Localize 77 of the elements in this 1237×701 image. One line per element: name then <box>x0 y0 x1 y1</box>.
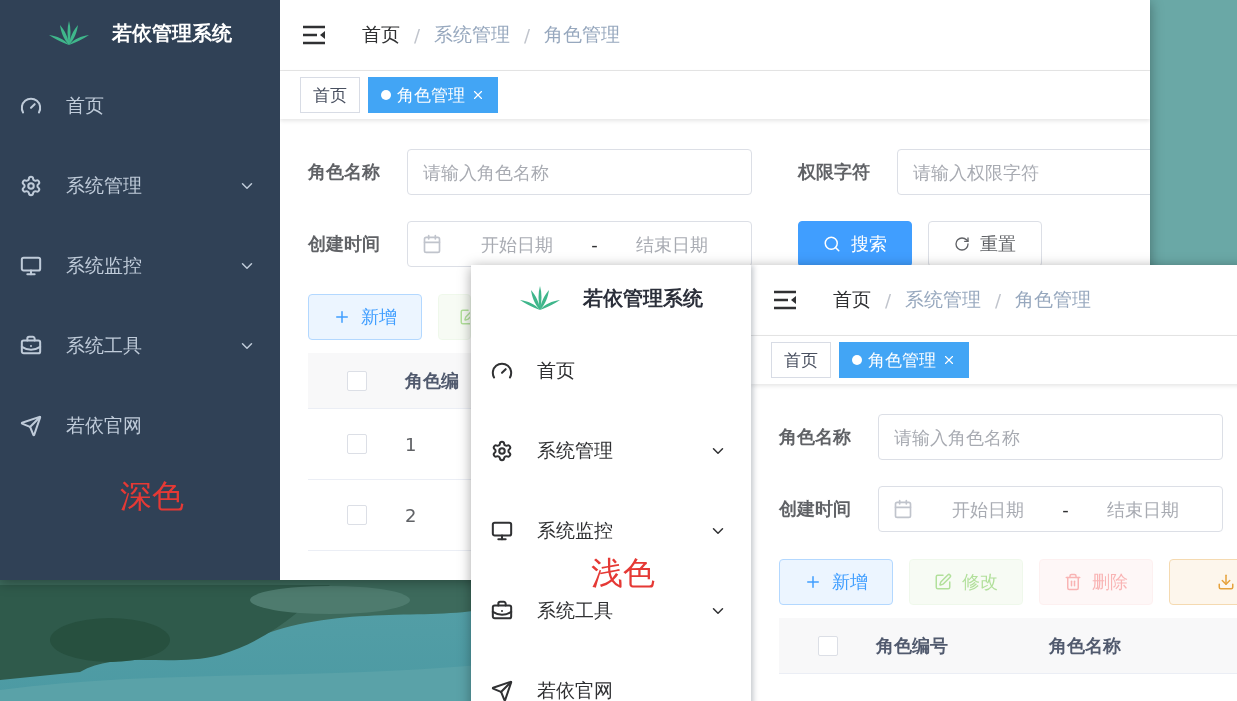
monitor-icon <box>20 255 42 277</box>
column-header: 角色编 <box>405 368 459 393</box>
calendar-icon <box>422 234 442 254</box>
range-separator: - <box>591 233 598 255</box>
menu-item[interactable]: 系统监控 <box>491 518 727 544</box>
app-title: 若依管理系统 <box>583 284 703 312</box>
text-field[interactable]: 请输入角色名称 <box>878 414 1223 460</box>
refresh-icon <box>954 236 970 252</box>
breadcrumb-item: 系统管理 <box>905 287 982 312</box>
start-date-input[interactable]: 开始日期 <box>452 233 582 255</box>
range-separator: - <box>1062 498 1069 520</box>
paper-plane-icon <box>491 680 513 701</box>
menu-item[interactable]: 系统管理 <box>20 173 256 199</box>
breadcrumb-link[interactable]: 首页 <box>362 22 400 48</box>
field-label: 创建时间 <box>308 232 381 256</box>
briefcase-icon <box>491 600 513 622</box>
annotation-text: 深色 <box>120 478 184 514</box>
active-dot-icon <box>381 90 391 100</box>
reset-button[interactable]: 重置 <box>928 221 1042 267</box>
field-label: 创建时间 <box>779 497 852 521</box>
app-title: 若依管理系统 <box>112 19 232 47</box>
end-date-input[interactable]: 结束日期 <box>607 233 737 255</box>
field-label: 角色名称 <box>779 425 852 449</box>
briefcase-icon <box>20 335 42 357</box>
menu-item[interactable]: 系统工具 <box>20 333 256 359</box>
menu-fold-icon[interactable] <box>773 290 797 310</box>
checkbox[interactable] <box>346 370 367 391</box>
checkbox[interactable] <box>817 635 838 656</box>
close-icon[interactable] <box>471 88 485 102</box>
menu-item[interactable]: 首页 <box>491 358 727 384</box>
plus-icon <box>804 573 822 591</box>
download-icon <box>1217 573 1235 591</box>
page-tab[interactable]: 首页 <box>771 342 831 378</box>
paper-plane-icon <box>20 415 42 437</box>
end-date-input[interactable]: 结束日期 <box>1078 498 1208 520</box>
menu-item[interactable]: 若依官网 <box>491 678 727 701</box>
breadcrumb-separator: / <box>995 289 1002 311</box>
breadcrumb-item: 角色管理 <box>1015 287 1092 312</box>
plus-icon <box>333 308 351 326</box>
table-cell: 2 <box>405 504 417 526</box>
checkbox[interactable] <box>346 434 367 454</box>
text-field[interactable]: 请输入权限字符 <box>897 149 1150 195</box>
breadcrumb-separator: / <box>414 24 421 46</box>
breadcrumb-link[interactable]: 首页 <box>833 287 871 313</box>
edit-icon <box>934 573 952 591</box>
leaf-logo-icon <box>519 285 561 311</box>
calendar-icon <box>893 499 913 519</box>
breadcrumb-separator: / <box>524 24 531 46</box>
menu-fold-icon[interactable] <box>302 25 326 45</box>
column-header: 角色编号 <box>876 633 948 658</box>
menu-item[interactable]: 若依官网 <box>20 413 256 439</box>
search-icon <box>823 235 841 253</box>
menu-item[interactable]: 系统监控 <box>20 253 256 279</box>
close-icon[interactable] <box>942 353 956 367</box>
gear-icon <box>20 175 42 197</box>
field-label: 角色名称 <box>308 160 381 184</box>
menu-item[interactable]: 首页 <box>20 93 256 119</box>
active-dot-icon <box>852 355 862 365</box>
trash-icon <box>1064 573 1082 591</box>
menu-item[interactable]: 系统管理 <box>491 438 727 464</box>
annotation-text: 浅色 <box>591 555 655 591</box>
gear-icon <box>491 440 513 462</box>
date-range-field[interactable]: 开始日期 - 结束日期 <box>407 221 752 267</box>
leaf-logo-icon <box>48 20 90 46</box>
table-cell: 1 <box>405 433 417 455</box>
breadcrumb-item: 系统管理 <box>434 22 511 47</box>
menu-item[interactable]: 系统工具 <box>491 598 727 624</box>
start-date-input[interactable]: 开始日期 <box>923 498 1053 520</box>
breadcrumb-item: 角色管理 <box>544 22 621 47</box>
text-field[interactable]: 请输入角色名称 <box>407 149 752 195</box>
date-range-field[interactable]: 开始日期 - 结束日期 <box>878 486 1223 532</box>
column-header: 角色名称 <box>1049 633 1121 658</box>
page-tab[interactable]: 首页 <box>300 77 360 113</box>
checkbox[interactable] <box>346 505 367 525</box>
field-label: 权限字符 <box>798 160 871 184</box>
monitor-icon <box>491 520 513 542</box>
breadcrumb-separator: / <box>885 289 892 311</box>
